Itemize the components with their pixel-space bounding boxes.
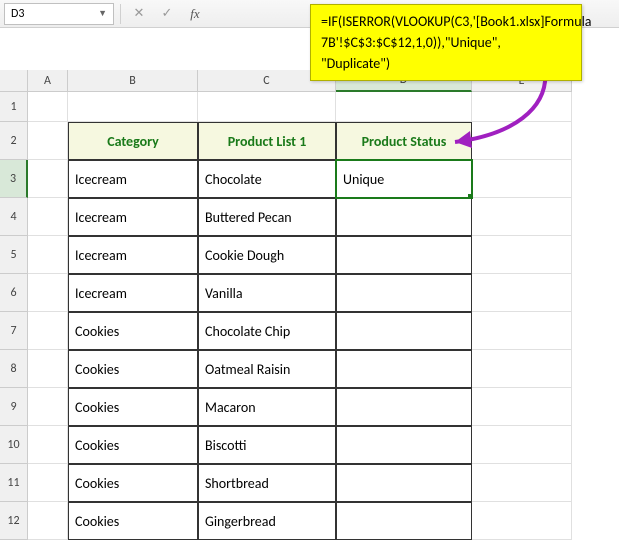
cell[interactable] <box>28 92 68 122</box>
name-box[interactable]: D3 ▼ <box>4 3 114 25</box>
cell[interactable]: Cookies <box>68 502 198 540</box>
row-header[interactable]: 10 <box>0 426 28 464</box>
cell[interactable] <box>28 198 68 236</box>
cells: Category Product List 1 Product Status I… <box>28 92 572 540</box>
cell[interactable] <box>28 274 68 312</box>
fill-handle[interactable] <box>468 194 472 198</box>
cell[interactable] <box>472 388 572 426</box>
cell[interactable]: Icecream <box>68 160 198 198</box>
cell[interactable] <box>472 122 572 160</box>
cell[interactable] <box>472 502 572 540</box>
separator <box>120 4 121 24</box>
cell[interactable] <box>28 312 68 350</box>
cell[interactable] <box>472 426 572 464</box>
cell[interactable] <box>68 92 198 122</box>
cell[interactable] <box>198 92 336 122</box>
cancel-icon[interactable]: ✕ <box>127 3 151 25</box>
chevron-down-icon[interactable]: ▼ <box>98 8 107 19</box>
header-product-list[interactable]: Product List 1 <box>198 122 336 160</box>
header-category[interactable]: Category <box>68 122 198 160</box>
cell[interactable]: Chocolate <box>198 160 336 198</box>
cell[interactable] <box>28 426 68 464</box>
cell[interactable]: Biscotti <box>198 426 336 464</box>
row-header[interactable]: 12 <box>0 502 28 540</box>
fx-icon[interactable]: fx <box>183 3 207 25</box>
row-header[interactable]: 5 <box>0 236 28 274</box>
cell[interactable]: Chocolate Chip <box>198 312 336 350</box>
spreadsheet-grid[interactable]: A B C D E 1 2 3 4 5 6 7 8 9 10 11 12 Cat… <box>0 70 619 549</box>
cell[interactable]: Oatmeal Raisin <box>198 350 336 388</box>
cell[interactable] <box>472 160 572 198</box>
cell[interactable]: Gingerbread <box>198 502 336 540</box>
row-header[interactable]: 6 <box>0 274 28 312</box>
cell[interactable] <box>472 198 572 236</box>
cell[interactable]: Cookies <box>68 426 198 464</box>
cell[interactable]: Buttered Pecan <box>198 198 336 236</box>
cell[interactable]: Cookie Dough <box>198 236 336 274</box>
row-header[interactable]: 2 <box>0 122 28 160</box>
cell[interactable] <box>336 198 472 236</box>
header-product-status[interactable]: Product Status <box>336 122 472 160</box>
row-headers: 1 2 3 4 5 6 7 8 9 10 11 12 <box>0 92 28 540</box>
col-header-A[interactable]: A <box>28 70 68 92</box>
cell[interactable]: Cookies <box>68 312 198 350</box>
cell[interactable] <box>472 464 572 502</box>
cell[interactable]: Cookies <box>68 350 198 388</box>
row-header[interactable]: 8 <box>0 350 28 388</box>
row-header[interactable]: 1 <box>0 92 28 122</box>
cell[interactable] <box>28 122 68 160</box>
row-header[interactable]: 11 <box>0 464 28 502</box>
cell[interactable] <box>472 274 572 312</box>
cell[interactable]: Macaron <box>198 388 336 426</box>
name-box-value: D3 <box>11 7 24 21</box>
cell[interactable] <box>472 236 572 274</box>
formula-callout: =IF(ISERROR(VLOOKUP(C3,'[Book1.xlsx]Form… <box>310 4 582 81</box>
cell[interactable] <box>28 160 68 198</box>
cell[interactable]: Icecream <box>68 236 198 274</box>
row-header[interactable]: 4 <box>0 198 28 236</box>
selected-cell[interactable]: Unique <box>336 160 472 198</box>
cell[interactable] <box>336 502 472 540</box>
cell[interactable]: Shortbread <box>198 464 336 502</box>
cell[interactable] <box>336 464 472 502</box>
row-header[interactable]: 3 <box>0 160 28 198</box>
cell[interactable] <box>472 92 572 122</box>
cell[interactable] <box>336 350 472 388</box>
cell[interactable] <box>336 312 472 350</box>
cell[interactable] <box>336 236 472 274</box>
cell[interactable] <box>336 274 472 312</box>
select-all-corner[interactable] <box>0 70 28 92</box>
cell[interactable]: Cookies <box>68 388 198 426</box>
cell[interactable]: Vanilla <box>198 274 336 312</box>
cell[interactable]: Cookies <box>68 464 198 502</box>
row-header[interactable]: 9 <box>0 388 28 426</box>
cell[interactable] <box>472 350 572 388</box>
cell[interactable] <box>28 350 68 388</box>
cell[interactable] <box>336 92 472 122</box>
cell[interactable] <box>336 388 472 426</box>
confirm-icon[interactable]: ✓ <box>155 3 179 25</box>
cell[interactable] <box>28 388 68 426</box>
cell[interactable] <box>336 426 472 464</box>
cell[interactable] <box>28 464 68 502</box>
cell[interactable] <box>28 236 68 274</box>
cell[interactable] <box>472 312 572 350</box>
row-header[interactable]: 7 <box>0 312 28 350</box>
cell[interactable]: Icecream <box>68 198 198 236</box>
cell[interactable]: Icecream <box>68 274 198 312</box>
cell[interactable] <box>28 502 68 540</box>
col-header-B[interactable]: B <box>68 70 198 92</box>
